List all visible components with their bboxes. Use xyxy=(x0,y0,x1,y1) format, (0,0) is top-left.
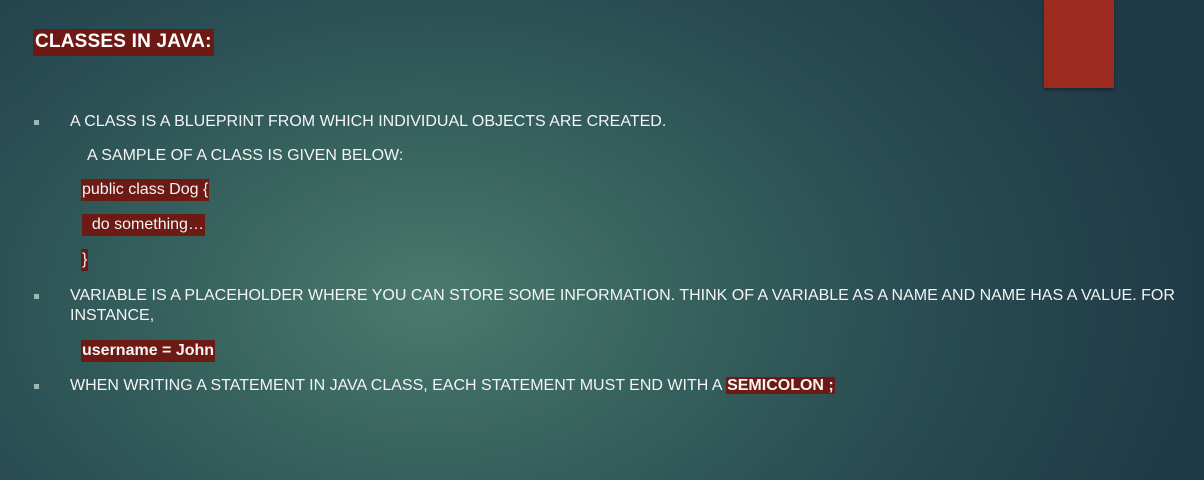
bullet-marker xyxy=(34,384,39,389)
code-line-2: do something… xyxy=(82,214,205,236)
semicolon-highlight: SEMICOLON ; xyxy=(726,377,835,394)
bullet-marker xyxy=(34,120,39,125)
bullet-marker xyxy=(34,294,39,299)
accent-block xyxy=(1044,0,1114,88)
semicolon-rule-text: WHEN WRITING A STATEMENT IN JAVA CLASS, … xyxy=(70,377,727,394)
sample-intro-text: A SAMPLE OF A CLASS IS GIVEN BELOW: xyxy=(87,147,404,164)
slide-title: CLASSES IN JAVA: xyxy=(33,29,214,56)
variable-example: username = John xyxy=(81,340,216,362)
code-line-3: } xyxy=(81,249,89,271)
code-line-1: public class Dog { xyxy=(81,179,210,201)
bullet-text-class-definition: A CLASS IS A BLUEPRINT FROM WHICH INDIVI… xyxy=(70,113,667,130)
bullet-text-variable-definition: VARIABLE IS A PLACEHOLDER WHERE YOU CAN … xyxy=(70,287,1175,324)
bullet-text-semicolon: WHEN WRITING A STATEMENT IN JAVA CLASS, … xyxy=(70,376,835,396)
